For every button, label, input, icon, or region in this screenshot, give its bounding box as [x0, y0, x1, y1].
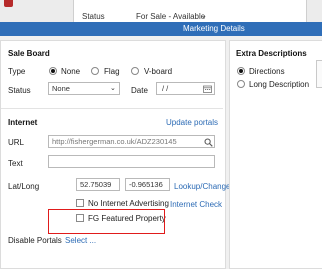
- url-input[interactable]: http://fishergerman.co.uk/ADZ230145: [48, 135, 215, 148]
- directions-label[interactable]: Directions: [249, 67, 285, 76]
- chevron-down-icon[interactable]: ⌄: [110, 84, 116, 92]
- longitude-value: -0.965136: [129, 180, 163, 189]
- longitude-input[interactable]: -0.965136: [125, 178, 170, 191]
- update-portals-link[interactable]: Update portals: [166, 118, 218, 127]
- status-label: Status: [8, 86, 31, 95]
- url-input-value: http://fishergerman.co.uk/ADZ230145: [52, 137, 177, 146]
- date-label: Date: [131, 86, 148, 95]
- no-internet-advertising-label[interactable]: No Internet Advertising: [88, 199, 169, 208]
- description-editor[interactable]: [231, 96, 320, 266]
- url-label: URL: [8, 138, 25, 147]
- type-label: Type: [8, 67, 26, 76]
- type-vboard-label[interactable]: V-board: [144, 67, 172, 76]
- latitude-input[interactable]: 52.75039: [76, 178, 120, 191]
- latitude-value: 52.75039: [80, 180, 112, 189]
- type-none-radio[interactable]: [49, 67, 57, 75]
- chevron-down-icon[interactable]: ⌄: [201, 12, 207, 20]
- search-icon[interactable]: [204, 138, 213, 147]
- long-description-label[interactable]: Long Description: [249, 80, 309, 89]
- type-none-label[interactable]: None: [61, 67, 80, 76]
- internet-check-link[interactable]: Internet Check: [170, 200, 222, 209]
- app-icon: [4, 0, 13, 7]
- long-description-radio[interactable]: [237, 80, 245, 88]
- extra-descriptions-title: Extra Descriptions: [236, 49, 307, 58]
- type-vboard-radio[interactable]: [131, 67, 139, 75]
- dialog-title: Marketing Details: [183, 24, 245, 33]
- text-input[interactable]: [48, 155, 215, 168]
- section-divider: [1, 108, 223, 109]
- scroll-region[interactable]: [316, 60, 322, 88]
- date-field-value: / /: [162, 84, 169, 93]
- no-internet-advertising-checkbox[interactable]: [76, 199, 84, 207]
- type-flag-label[interactable]: Flag: [104, 67, 120, 76]
- directions-radio[interactable]: [237, 67, 245, 75]
- text-label: Text: [8, 159, 23, 168]
- lookup-change-link[interactable]: Lookup/Change: [174, 182, 231, 191]
- disable-portals-label: Disable Portals: [8, 236, 62, 245]
- internet-title: Internet: [8, 118, 38, 127]
- background-status-label: Status: [82, 12, 105, 21]
- status-dropdown-value: None: [52, 84, 70, 93]
- calendar-icon[interactable]: [203, 85, 212, 93]
- type-flag-radio[interactable]: [91, 67, 99, 75]
- sale-board-title: Sale Board: [8, 49, 50, 58]
- annotation-highlight-box: [48, 209, 165, 234]
- disable-portals-select-link[interactable]: Select ...: [65, 236, 96, 245]
- latlong-label: Lat/Long: [8, 182, 40, 191]
- background-status-value[interactable]: For Sale - Available: [136, 12, 205, 21]
- dialog-titlebar: Marketing Details: [0, 22, 322, 36]
